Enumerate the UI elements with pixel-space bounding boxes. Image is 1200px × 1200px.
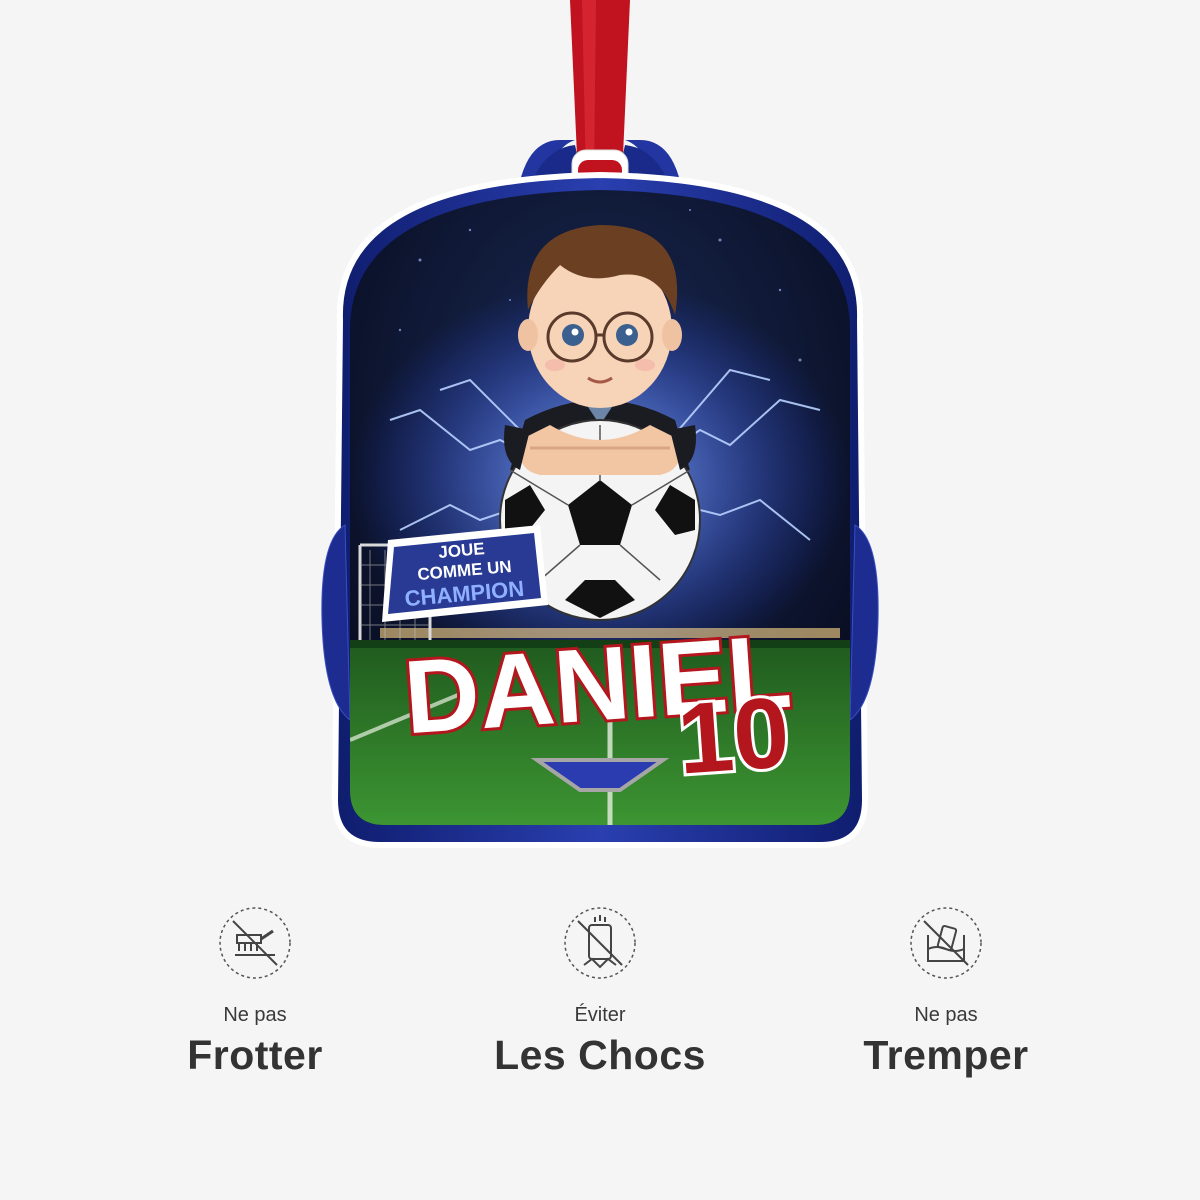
care-small-text: Ne pas: [223, 1004, 287, 1026]
care-item-avoid-shocks: Éviter Les Chocs: [450, 905, 750, 1079]
care-small-text: Éviter: [574, 1004, 626, 1026]
care-item-no-rubbing: Ne pas Frotter: [105, 905, 405, 1079]
care-big-text: Les Chocs: [494, 1032, 706, 1078]
no-impact-icon: [564, 907, 636, 979]
badge-joue-comme-un-champion: JOUE COMME UN CHAMPION: [382, 525, 548, 622]
badge-line-1: JOUE: [438, 539, 486, 562]
no-scrubbing-icon: [219, 907, 291, 979]
no-soaking-icon: [910, 907, 982, 979]
backpack-ornament-image: JOUE COMME UN CHAMPION DANIEL 10: [321, 0, 879, 848]
care-item-no-soaking: Ne pas Tremper: [796, 905, 1096, 1079]
care-big-text: Frotter: [187, 1032, 323, 1078]
care-small-text: Ne pas: [914, 1004, 978, 1026]
custom-number: 10: [674, 676, 793, 795]
care-big-text: Tremper: [863, 1032, 1029, 1078]
